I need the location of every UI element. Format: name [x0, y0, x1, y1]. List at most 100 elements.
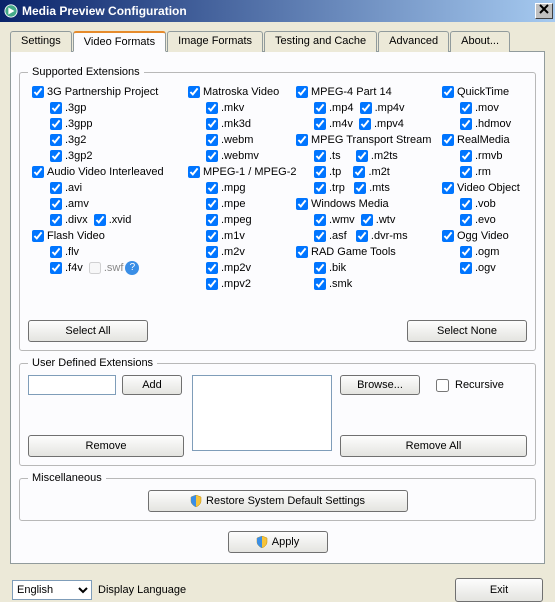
chk-3gp[interactable]: [50, 102, 62, 114]
tab-advanced[interactable]: Advanced: [378, 31, 449, 52]
chk-mkv[interactable]: [206, 102, 218, 114]
chk-xvid[interactable]: [94, 214, 106, 226]
chk-m1v[interactable]: [206, 230, 218, 242]
chk-real-group[interactable]: [442, 134, 454, 146]
chk-mp4v[interactable]: [360, 102, 372, 114]
chk-mpe[interactable]: [206, 198, 218, 210]
chk-smk[interactable]: [314, 278, 326, 290]
lbl-3gp-group: 3G Partnership Project: [47, 86, 158, 98]
chk-mkv-group[interactable]: [188, 86, 200, 98]
chk-3g2[interactable]: [50, 134, 62, 146]
lbl-flash-group: Flash Video: [47, 230, 105, 242]
chk-m2v[interactable]: [206, 246, 218, 258]
chk-f4v[interactable]: [50, 262, 62, 274]
select-none-button[interactable]: Select None: [407, 320, 527, 342]
lbl-ts: .ts: [329, 150, 341, 162]
tab-about[interactable]: About...: [450, 31, 510, 52]
remove-all-button[interactable]: Remove All: [340, 435, 527, 457]
chk-mov[interactable]: [460, 102, 472, 114]
chk-mp2v[interactable]: [206, 262, 218, 274]
chk-mpv4[interactable]: [359, 118, 371, 130]
help-icon[interactable]: ?: [125, 261, 139, 275]
chk-asf[interactable]: [314, 230, 326, 242]
chk-ogv[interactable]: [460, 262, 472, 274]
chk-webm[interactable]: [206, 134, 218, 146]
chk-vob-group[interactable]: [442, 182, 454, 194]
exit-button[interactable]: Exit: [455, 578, 543, 602]
lbl-hdmov: .hdmov: [475, 118, 511, 130]
chk-vob[interactable]: [460, 198, 472, 210]
close-button[interactable]: [535, 3, 553, 19]
chk-ogm[interactable]: [460, 246, 472, 258]
chk-ts-group[interactable]: [296, 134, 308, 146]
restore-defaults-button[interactable]: Restore System Default Settings: [148, 490, 408, 512]
chk-3gp-group[interactable]: [32, 86, 44, 98]
chk-3gpp[interactable]: [50, 118, 62, 130]
chk-tp[interactable]: [314, 166, 326, 178]
window-title: Media Preview Configuration: [22, 4, 187, 18]
lbl-rmvb: .rmvb: [475, 150, 503, 162]
chk-mpeg[interactable]: [206, 214, 218, 226]
chk-rad-group[interactable]: [296, 246, 308, 258]
tab-panel-video-formats: Supported Extensions 3G Partnership Proj…: [10, 52, 545, 564]
lbl-evo: .evo: [475, 214, 496, 226]
lbl-m2v: .m2v: [221, 246, 245, 258]
tab-image-formats[interactable]: Image Formats: [167, 31, 263, 52]
lbl-real-group: RealMedia: [457, 134, 510, 146]
chk-amv[interactable]: [50, 198, 62, 210]
tab-testing-cache[interactable]: Testing and Cache: [264, 31, 377, 52]
chk-mpv2[interactable]: [206, 278, 218, 290]
chk-dvrms[interactable]: [356, 230, 368, 242]
apply-button[interactable]: Apply: [228, 531, 328, 553]
select-all-button[interactable]: Select All: [28, 320, 148, 342]
lbl-mts: .mts: [369, 182, 390, 194]
chk-m2ts[interactable]: [356, 150, 368, 162]
browse-button[interactable]: Browse...: [340, 375, 420, 395]
chk-avi-group[interactable]: [32, 166, 44, 178]
chk-mp4[interactable]: [314, 102, 326, 114]
chk-mts[interactable]: [354, 182, 366, 194]
chk-flash-group[interactable]: [32, 230, 44, 242]
lbl-vob: .vob: [475, 198, 496, 210]
lbl-3gp2: .3gp2: [65, 150, 93, 162]
chk-webmv[interactable]: [206, 150, 218, 162]
tab-settings[interactable]: Settings: [10, 31, 72, 52]
language-select[interactable]: English: [12, 580, 92, 600]
chk-mk3d[interactable]: [206, 118, 218, 130]
chk-divx[interactable]: [50, 214, 62, 226]
chk-rm[interactable]: [460, 166, 472, 178]
add-button[interactable]: Add: [122, 375, 182, 395]
tab-video-formats[interactable]: Video Formats: [73, 31, 166, 52]
chk-ts[interactable]: [314, 150, 326, 162]
chk-mpg[interactable]: [206, 182, 218, 194]
chk-m2t[interactable]: [353, 166, 365, 178]
chk-bik[interactable]: [314, 262, 326, 274]
lbl-qt-group: QuickTime: [457, 86, 509, 98]
chk-qt-group[interactable]: [442, 86, 454, 98]
chk-m4v[interactable]: [314, 118, 326, 130]
chk-wtv[interactable]: [361, 214, 373, 226]
lbl-mp4: .mp4: [329, 102, 353, 114]
lbl-ogm: .ogm: [475, 246, 499, 258]
lbl-ogg-group: Ogg Video: [457, 230, 509, 242]
chk-avi[interactable]: [50, 182, 62, 194]
chk-ogg-group[interactable]: [442, 230, 454, 242]
chk-rmvb[interactable]: [460, 150, 472, 162]
shield-icon: [190, 495, 202, 507]
chk-mp4-group[interactable]: [296, 86, 308, 98]
chk-evo[interactable]: [460, 214, 472, 226]
recursive-checkbox[interactable]: [436, 379, 449, 392]
remove-button[interactable]: Remove: [28, 435, 184, 457]
lbl-m1v: .m1v: [221, 230, 245, 242]
ude-input[interactable]: [28, 375, 116, 395]
chk-trp[interactable]: [314, 182, 326, 194]
chk-wm-group[interactable]: [296, 198, 308, 210]
chk-wmv[interactable]: [314, 214, 326, 226]
language-label: Display Language: [98, 584, 186, 596]
ude-listbox[interactable]: [192, 375, 332, 451]
lbl-vob-group: Video Object: [457, 182, 520, 194]
chk-flv[interactable]: [50, 246, 62, 258]
chk-3gp2[interactable]: [50, 150, 62, 162]
chk-hdmov[interactable]: [460, 118, 472, 130]
chk-mpeg-group[interactable]: [188, 166, 200, 178]
